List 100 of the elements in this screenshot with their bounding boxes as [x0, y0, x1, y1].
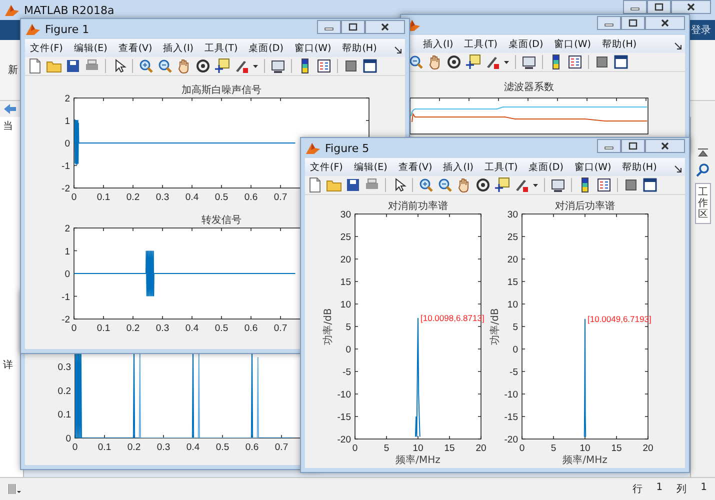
close-button[interactable]	[671, 0, 711, 14]
menu-item[interactable]: 工具(T)	[464, 38, 498, 50]
tick-label: -1	[62, 292, 70, 303]
zoom-in-icon[interactable]	[138, 58, 154, 74]
square-icon[interactable]	[594, 54, 610, 70]
tick-label: 15	[340, 277, 351, 288]
axis-label: 频率/MHz	[396, 455, 440, 466]
close-button[interactable]	[645, 139, 685, 153]
window-icon[interactable]	[642, 177, 658, 193]
brush-icon[interactable]	[513, 177, 529, 193]
legend-icon[interactable]	[567, 54, 583, 70]
tick-label: 15	[507, 277, 518, 288]
close-icon	[660, 142, 670, 150]
tick-label: 20	[507, 254, 518, 266]
menu-item[interactable]: 窗口(W)	[294, 42, 332, 54]
tick-label: 0.7	[274, 323, 288, 334]
legend-icon[interactable]	[596, 177, 612, 193]
monitor-icon[interactable]	[550, 177, 566, 193]
tick-label: 25	[507, 232, 518, 243]
brush-icon[interactable]	[233, 58, 249, 74]
data-cursor-icon[interactable]	[214, 58, 230, 74]
save-icon[interactable]	[345, 177, 361, 193]
legend-icon[interactable]	[316, 58, 332, 74]
restore-icon	[348, 23, 358, 31]
minimize-button[interactable]	[317, 20, 341, 34]
rotate-icon[interactable]	[446, 54, 462, 70]
tick-label: 5	[550, 443, 556, 454]
maximize-button[interactable]	[647, 0, 671, 14]
maximize-button[interactable]	[621, 139, 645, 153]
tick-label: 0	[512, 344, 518, 356]
monitor-icon[interactable]	[270, 58, 286, 74]
status-value: 1	[700, 482, 707, 495]
menu-item[interactable]: 桌面(D)	[508, 38, 544, 50]
menu-item[interactable]: 桌面(D)	[528, 160, 564, 174]
dock-arrow-icon[interactable]	[674, 42, 682, 50]
tick-label: 0.7	[274, 442, 288, 453]
tick-label: 0.4	[185, 323, 199, 334]
restore-icon	[628, 142, 638, 150]
zoom-out-icon[interactable]	[157, 58, 173, 74]
back-arrow-icon[interactable]	[3, 103, 17, 115]
tick-label: 0.6	[244, 192, 258, 203]
dock-arrow-icon[interactable]	[674, 164, 682, 172]
menu-item[interactable]: 桌面(D)	[248, 42, 284, 54]
tick-label: 30	[340, 210, 351, 220]
menu-item[interactable]: 文件(F)	[310, 160, 343, 174]
save-icon[interactable]	[65, 58, 81, 74]
tick-label: 5	[384, 443, 390, 454]
maximize-button[interactable]	[341, 20, 365, 34]
menu-item[interactable]: 工具(T)	[484, 160, 518, 174]
data-cursor-icon[interactable]	[465, 54, 481, 70]
minimize-button[interactable]	[623, 0, 647, 14]
status-label: 列	[676, 483, 687, 496]
monitor-icon[interactable]	[521, 54, 537, 70]
menu-item[interactable]: 帮助(H)	[622, 160, 657, 174]
minimize-button[interactable]	[597, 139, 621, 153]
brush-icon[interactable]	[484, 54, 500, 70]
zoom-out-icon[interactable]	[408, 54, 424, 70]
new-file-icon[interactable]	[27, 58, 43, 74]
tick-label: 0.7	[274, 192, 288, 203]
menu-item[interactable]: 帮助(H)	[602, 38, 637, 50]
collapse-icon[interactable]	[697, 147, 709, 157]
data-cursor-icon[interactable]	[494, 177, 510, 193]
square-icon[interactable]	[623, 177, 639, 193]
tick-label: 30	[507, 210, 518, 220]
new-file-icon[interactable]	[307, 177, 323, 193]
menu-item[interactable]: 插入(I)	[443, 160, 474, 174]
square-icon[interactable]	[343, 58, 359, 74]
sign-in-link[interactable]: 登录	[691, 23, 711, 37]
menu-item[interactable]: 帮助(H)	[342, 42, 377, 54]
menu-item[interactable]: 编辑(E)	[354, 160, 388, 174]
menu-item[interactable]: 工具(T)	[204, 42, 238, 54]
grip-icon[interactable]	[8, 483, 22, 495]
window-icon[interactable]	[362, 58, 378, 74]
menu-item[interactable]: 窗口(W)	[554, 38, 591, 50]
menu-item[interactable]: 插入(I)	[163, 42, 194, 54]
zoom-in-icon[interactable]	[418, 177, 434, 193]
search-icon[interactable]	[696, 163, 710, 177]
menu-item[interactable]: 插入(I)	[423, 38, 454, 50]
close-button[interactable]	[645, 16, 685, 30]
minimize-button[interactable]	[597, 16, 621, 30]
menu-item[interactable]: 窗口(W)	[574, 160, 612, 174]
tick-label: 0	[66, 434, 71, 444]
tick-label: 0.5	[214, 323, 228, 334]
tick-label: 0	[346, 344, 351, 356]
tick-label: 2	[64, 94, 70, 104]
window-icon[interactable]	[613, 54, 629, 70]
rotate-icon[interactable]	[195, 58, 211, 74]
dock-arrow-icon[interactable]	[394, 46, 402, 54]
window-title: Figure 5	[325, 142, 370, 154]
menu-item[interactable]: 编辑(E)	[74, 42, 108, 54]
rotate-icon[interactable]	[475, 177, 491, 193]
workspace-tab[interactable]: 工作区	[695, 183, 711, 224]
menu-item[interactable]: 查看(V)	[398, 160, 432, 174]
maximize-button[interactable]	[621, 16, 645, 30]
close-button[interactable]	[365, 20, 405, 34]
toolstrip-label[interactable]: 新	[8, 63, 18, 77]
zoom-out-icon[interactable]	[437, 177, 453, 193]
menu-item[interactable]: 查看(V)	[118, 42, 152, 54]
menu-item[interactable]: 文件(F)	[30, 42, 63, 54]
tick-label: -20	[337, 434, 351, 446]
